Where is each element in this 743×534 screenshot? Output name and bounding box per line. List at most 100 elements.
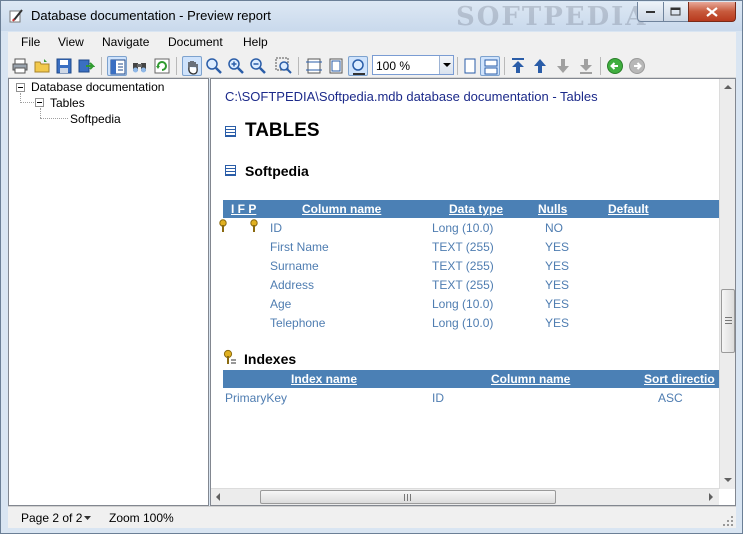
fit-width-button[interactable] (304, 56, 324, 76)
data-type-header: Data type (449, 202, 504, 216)
tree-node-tables[interactable]: Tables (50, 96, 85, 110)
column-type: TEXT (255) (432, 259, 494, 273)
page-indicator[interactable]: Page 2 of 2 (21, 511, 82, 525)
minimize-icon (645, 10, 655, 13)
column-name: ID (270, 221, 282, 235)
refresh-icon (154, 58, 170, 74)
scroll-right-icon[interactable] (709, 493, 713, 501)
horizontal-scrollbar[interactable] (211, 488, 719, 505)
zoom-rect-button[interactable] (274, 56, 294, 76)
column-type: TEXT (255) (432, 278, 494, 292)
tree-node-softpedia[interactable]: Softpedia (70, 112, 121, 126)
menu-help[interactable]: Help (243, 35, 268, 49)
column-type: Long (10.0) (432, 221, 494, 235)
horizontal-scroll-thumb[interactable] (260, 490, 556, 504)
prev-page-button[interactable] (530, 56, 550, 76)
minimize-button[interactable] (637, 2, 664, 22)
column-nulls: YES (545, 297, 570, 311)
zoom-in-icon (206, 58, 222, 74)
index-name: PrimaryKey (225, 391, 288, 405)
hand-tool-button[interactable] (182, 56, 202, 76)
menu-bar: File View Navigate Document Help (8, 32, 736, 53)
watermark-logo: SOFTPEDIA (456, 2, 648, 32)
save-button[interactable] (54, 56, 74, 76)
two-page-button[interactable] (480, 56, 500, 76)
open-button[interactable] (32, 56, 52, 76)
scroll-up-icon[interactable] (724, 85, 732, 89)
column-type: Long (10.0) (432, 297, 494, 311)
index-key-icon (223, 349, 236, 364)
toggle-tree-button[interactable] (107, 56, 127, 76)
collapse-icon[interactable] (35, 98, 44, 107)
index-name-header: Index name (291, 372, 358, 386)
sort-direction-header: Sort directio (644, 372, 715, 386)
export-button[interactable] (76, 56, 96, 76)
document-preview: C:\SOFTPEDIA\Softpedia.mdb database docu… (210, 78, 736, 506)
back-icon (607, 58, 623, 74)
fit-page-button[interactable] (326, 56, 346, 76)
zoom-rect-icon (275, 57, 292, 74)
print-icon (12, 58, 28, 74)
scroll-down-icon[interactable] (724, 478, 732, 482)
maximize-icon (670, 7, 681, 15)
chevron-down-icon[interactable] (439, 56, 453, 74)
menu-file[interactable]: File (21, 35, 40, 49)
column-nulls: YES (545, 316, 570, 330)
zoom-in-plus-button[interactable] (226, 56, 246, 76)
column-type: Long (10.0) (432, 316, 494, 330)
vertical-scroll-thumb[interactable] (721, 289, 735, 353)
forward-button[interactable] (627, 56, 647, 76)
column-nulls: YES (545, 259, 570, 273)
menu-view[interactable]: View (58, 35, 84, 49)
nulls-header: Nulls (538, 202, 568, 216)
zoom-value: 100 % (376, 59, 411, 73)
maximize-button[interactable] (663, 2, 689, 22)
zoom-in-button[interactable] (204, 56, 224, 76)
first-page-icon (512, 58, 524, 73)
column-name: Address (270, 278, 315, 292)
navigation-tree: Database documentation Tables Softpedia (8, 78, 209, 506)
app-window: Database documentation - Preview report … (0, 0, 743, 534)
column-type: TEXT (255) (432, 240, 494, 254)
collapse-icon[interactable] (16, 83, 25, 92)
last-page-button[interactable] (576, 56, 596, 76)
print-button[interactable] (10, 56, 30, 76)
default-header: Default (608, 202, 649, 216)
menu-navigate[interactable]: Navigate (102, 35, 149, 49)
next-page-button[interactable] (553, 56, 573, 76)
first-page-button[interactable] (508, 56, 528, 76)
status-bar: Page 2 of 2 Zoom 100% (8, 506, 736, 528)
chevron-down-icon[interactable] (84, 516, 91, 520)
column-nulls: YES (545, 240, 570, 254)
document-path: C:\SOFTPEDIA\Softpedia.mdb database docu… (225, 89, 598, 104)
zoom-out-icon (250, 58, 266, 74)
zoom-100-button[interactable] (348, 56, 368, 76)
find-icon (133, 63, 146, 73)
forward-icon (629, 58, 645, 74)
single-page-icon (464, 58, 476, 74)
index-column: ID (432, 391, 444, 405)
back-button[interactable] (605, 56, 625, 76)
refresh-button[interactable] (152, 56, 172, 76)
menu-document[interactable]: Document (168, 35, 223, 49)
zoom-out-button[interactable] (248, 56, 268, 76)
single-page-button[interactable] (460, 56, 480, 76)
zoom-select[interactable]: 100 % (372, 55, 454, 75)
close-button[interactable] (688, 2, 736, 22)
column-name: Age (270, 297, 292, 311)
tree-node-root[interactable]: Database documentation (31, 80, 164, 94)
scroll-left-icon[interactable] (216, 493, 220, 501)
index-sort: ASC (658, 391, 683, 405)
hand-tool-icon (188, 61, 198, 75)
vertical-scrollbar[interactable] (719, 79, 735, 489)
resize-grip-icon[interactable] (723, 516, 734, 527)
table-name-heading: Softpedia (245, 163, 309, 179)
column-name: Surname (270, 259, 319, 273)
close-icon (706, 6, 718, 17)
open-icon (34, 59, 50, 73)
app-icon (9, 9, 23, 23)
column-nulls: YES (545, 278, 570, 292)
table-section-icon (225, 126, 236, 137)
find-button[interactable] (130, 56, 150, 76)
next-page-icon (557, 59, 569, 73)
